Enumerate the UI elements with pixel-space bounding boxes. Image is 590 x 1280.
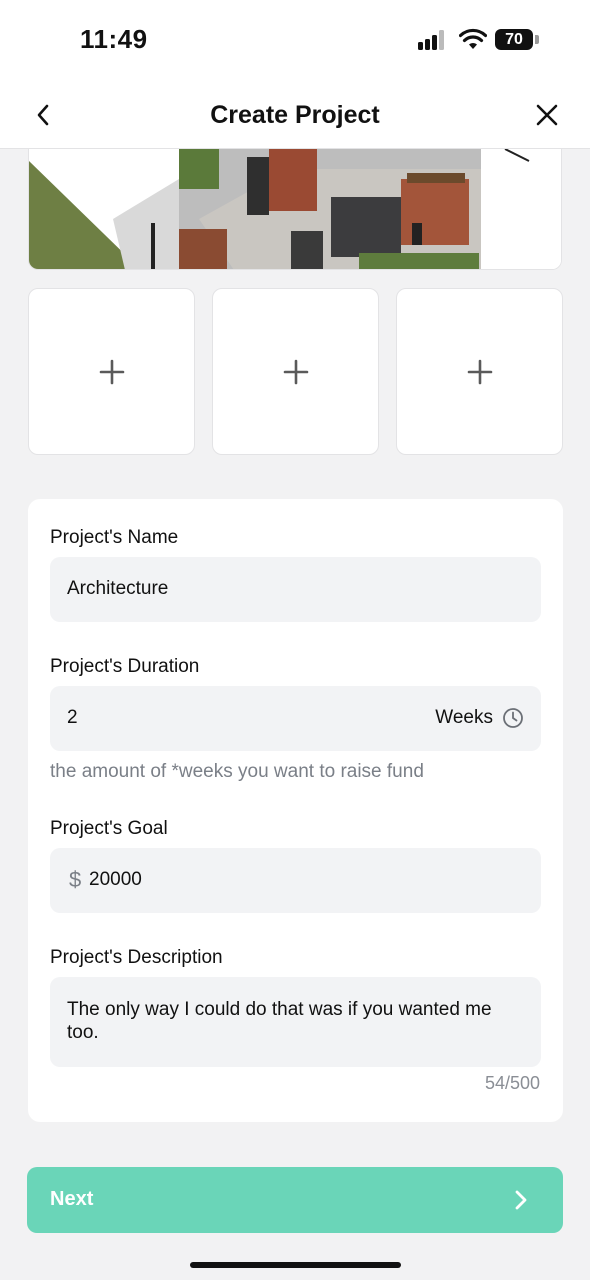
plus-icon: [283, 359, 308, 384]
project-duration-field[interactable]: 2 Weeks: [50, 686, 541, 751]
project-goal-label: Project's Goal: [50, 818, 168, 839]
project-form: Project's Name Architecture Project's Du…: [28, 499, 563, 1122]
next-button[interactable]: Next: [27, 1167, 563, 1233]
plus-icon: [467, 359, 492, 384]
create-project-screen: 11:49 70 Create Project Project's Name A…: [0, 0, 590, 1280]
project-cover-image[interactable]: [28, 149, 562, 270]
signal-icon: [418, 30, 450, 50]
duration-helper-text: the amount of *weeks you want to raise f…: [50, 761, 424, 782]
currency-symbol: $: [69, 867, 82, 892]
clock-icon[interactable]: [502, 707, 524, 729]
add-photo-slot[interactable]: [396, 288, 563, 455]
nav-bar: Create Project: [0, 80, 590, 149]
close-button[interactable]: [532, 100, 562, 130]
battery-icon: 70: [495, 29, 533, 50]
status-time: 11:49: [80, 24, 148, 54]
project-name-field[interactable]: Architecture: [50, 557, 541, 622]
project-duration-value: 2: [67, 707, 78, 728]
next-button-label: Next: [50, 1188, 94, 1210]
status-bar: 11:49 70: [0, 0, 590, 80]
wifi-icon: [459, 28, 487, 49]
project-duration-label: Project's Duration: [50, 656, 200, 677]
architecture-render-image: [29, 149, 561, 269]
project-name-value: Architecture: [67, 578, 169, 599]
project-goal-field[interactable]: $ 20000: [50, 848, 541, 913]
add-photo-slot[interactable]: [28, 288, 195, 455]
close-icon: [536, 104, 558, 126]
project-goal-value: 20000: [89, 869, 142, 890]
add-photo-slot[interactable]: [212, 288, 379, 455]
plus-icon: [99, 359, 124, 384]
project-name-label: Project's Name: [50, 527, 179, 548]
page-title: Create Project: [210, 101, 380, 129]
duration-unit: Weeks: [435, 707, 493, 728]
project-description-value: The only way I could do that was if you …: [67, 999, 492, 1043]
home-indicator[interactable]: [190, 1262, 401, 1268]
battery-cap: [535, 35, 539, 44]
project-description-field[interactable]: The only way I could do that was if you …: [50, 977, 541, 1067]
description-char-counter: 54/500: [484, 1073, 540, 1093]
chevron-right-icon: [515, 1190, 527, 1210]
project-description-label: Project's Description: [50, 947, 223, 968]
